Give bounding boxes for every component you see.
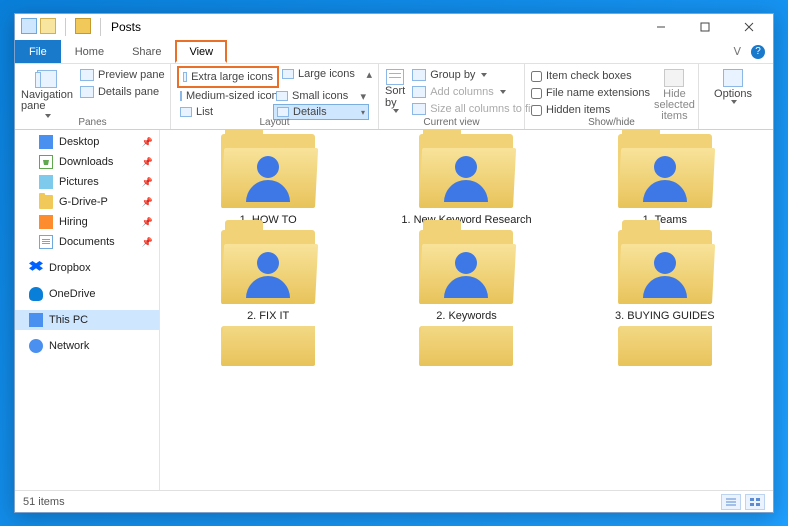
details-pane-button[interactable]: Details pane: [77, 83, 168, 100]
view-details-button[interactable]: [721, 494, 741, 510]
layout-small-icons[interactable]: Small icons▾: [273, 88, 369, 104]
folder-item[interactable]: 1. HOW TO: [174, 134, 362, 226]
folder-item[interactable]: [372, 326, 560, 366]
folder-item[interactable]: 2. FIX IT: [174, 230, 362, 322]
pin-icon: 📌: [142, 197, 153, 208]
quick-access-toolbar: [17, 18, 107, 36]
navigation-pane-button[interactable]: Navigation pane: [21, 66, 73, 118]
ribbon-tabs: File Home Share View ᐯ ?: [15, 40, 773, 64]
group-label: Current view: [379, 117, 524, 128]
add-columns-button[interactable]: Add columns: [409, 83, 536, 100]
sidebar-item-gdrive[interactable]: G-Drive-P📌: [15, 192, 159, 212]
folder-icon: [419, 134, 513, 208]
size-columns-button[interactable]: Size all columns to fit: [409, 100, 536, 117]
group-by-button[interactable]: Group by: [409, 66, 536, 83]
folder-item[interactable]: 1. New Keyword Research: [372, 134, 560, 226]
folder-icon: [618, 134, 712, 208]
pin-icon: 📌: [142, 237, 153, 248]
file-name-extensions-toggle[interactable]: File name extensions: [531, 85, 650, 101]
minimize-button[interactable]: [639, 14, 683, 40]
window-title: Posts: [111, 20, 141, 34]
sidebar-item-this-pc[interactable]: This PC: [15, 310, 159, 330]
group-label: Show/hide: [525, 117, 698, 128]
qat-icon[interactable]: [21, 18, 37, 34]
folder-icon: [618, 326, 712, 366]
sidebar-item-network[interactable]: Network: [15, 336, 159, 356]
pin-icon: 📌: [142, 177, 153, 188]
folder-icon: [221, 326, 315, 366]
folder-item[interactable]: [174, 326, 362, 366]
qat-icon[interactable]: [40, 18, 56, 34]
sidebar-item-documents[interactable]: Documents📌: [15, 232, 159, 252]
folder-icon: [221, 134, 315, 208]
group-label: Panes: [15, 117, 170, 128]
status-item-count: 51 items: [23, 496, 65, 508]
tab-home[interactable]: Home: [61, 40, 118, 63]
folder-item[interactable]: 3. BUYING GUIDES: [571, 230, 759, 322]
sidebar-item-dropbox[interactable]: Dropbox: [15, 258, 159, 278]
folder-item[interactable]: [571, 326, 759, 366]
item-check-boxes-toggle[interactable]: Item check boxes: [531, 68, 650, 84]
file-view[interactable]: 1. HOW TO 1. New Keyword Research 1. Tea…: [160, 130, 773, 490]
preview-pane-button[interactable]: Preview pane: [77, 66, 168, 83]
help-icon[interactable]: ?: [751, 45, 765, 59]
folder-icon: [419, 326, 513, 366]
sidebar-item-hiring[interactable]: Hiring📌: [15, 212, 159, 232]
explorer-window: Posts File Home Share View ᐯ ? Navigatio…: [14, 13, 774, 513]
tab-file[interactable]: File: [15, 40, 61, 63]
folder-label: 1. New Keyword Research: [401, 214, 531, 226]
sidebar-item-desktop[interactable]: Desktop📌: [15, 132, 159, 152]
tab-share[interactable]: Share: [118, 40, 175, 63]
folder-icon: [221, 230, 315, 304]
layout-medium-icons[interactable]: Medium-sized icons: [177, 88, 273, 104]
folder-label: 3. BUYING GUIDES: [615, 310, 715, 322]
ribbon-collapse-icon[interactable]: ᐯ: [733, 45, 741, 58]
folder-item[interactable]: 1. Teams: [571, 134, 759, 226]
status-bar: 51 items: [15, 490, 773, 512]
sort-by-button[interactable]: Sort by: [385, 66, 405, 113]
sidebar-item-downloads[interactable]: Downloads📌: [15, 152, 159, 172]
folder-label: 2. Keywords: [436, 310, 497, 322]
options-button[interactable]: Options: [705, 66, 761, 104]
pin-icon: 📌: [142, 157, 153, 168]
window-folder-icon: [75, 18, 91, 34]
folder-item[interactable]: 2. Keywords: [372, 230, 560, 322]
sidebar-item-pictures[interactable]: Pictures📌: [15, 172, 159, 192]
maximize-button[interactable]: [683, 14, 727, 40]
hidden-items-toggle[interactable]: Hidden items: [531, 102, 650, 118]
folder-label: 2. FIX IT: [247, 310, 289, 322]
folder-icon: [419, 230, 513, 304]
close-button[interactable]: [727, 14, 771, 40]
tab-view[interactable]: View: [175, 40, 227, 63]
hide-selected-items-button[interactable]: Hide selected items: [654, 66, 695, 122]
content-area: Desktop📌 Downloads📌 Pictures📌 G-Drive-P📌…: [15, 130, 773, 490]
pin-icon: 📌: [142, 217, 153, 228]
group-label: Layout: [171, 117, 378, 128]
navigation-sidebar: Desktop📌 Downloads📌 Pictures📌 G-Drive-P📌…: [15, 130, 160, 490]
layout-extra-large-icons[interactable]: Extra large icons: [180, 69, 276, 85]
folder-icon: [618, 230, 712, 304]
pin-icon: 📌: [142, 137, 153, 148]
view-thumbnails-button[interactable]: [745, 494, 765, 510]
window-controls: [639, 14, 771, 40]
ribbon: Navigation pane Preview pane Details pan…: [15, 64, 773, 130]
layout-large-icons[interactable]: Large icons▴: [279, 66, 375, 82]
sidebar-item-onedrive[interactable]: OneDrive: [15, 284, 159, 304]
titlebar: Posts: [15, 14, 773, 40]
